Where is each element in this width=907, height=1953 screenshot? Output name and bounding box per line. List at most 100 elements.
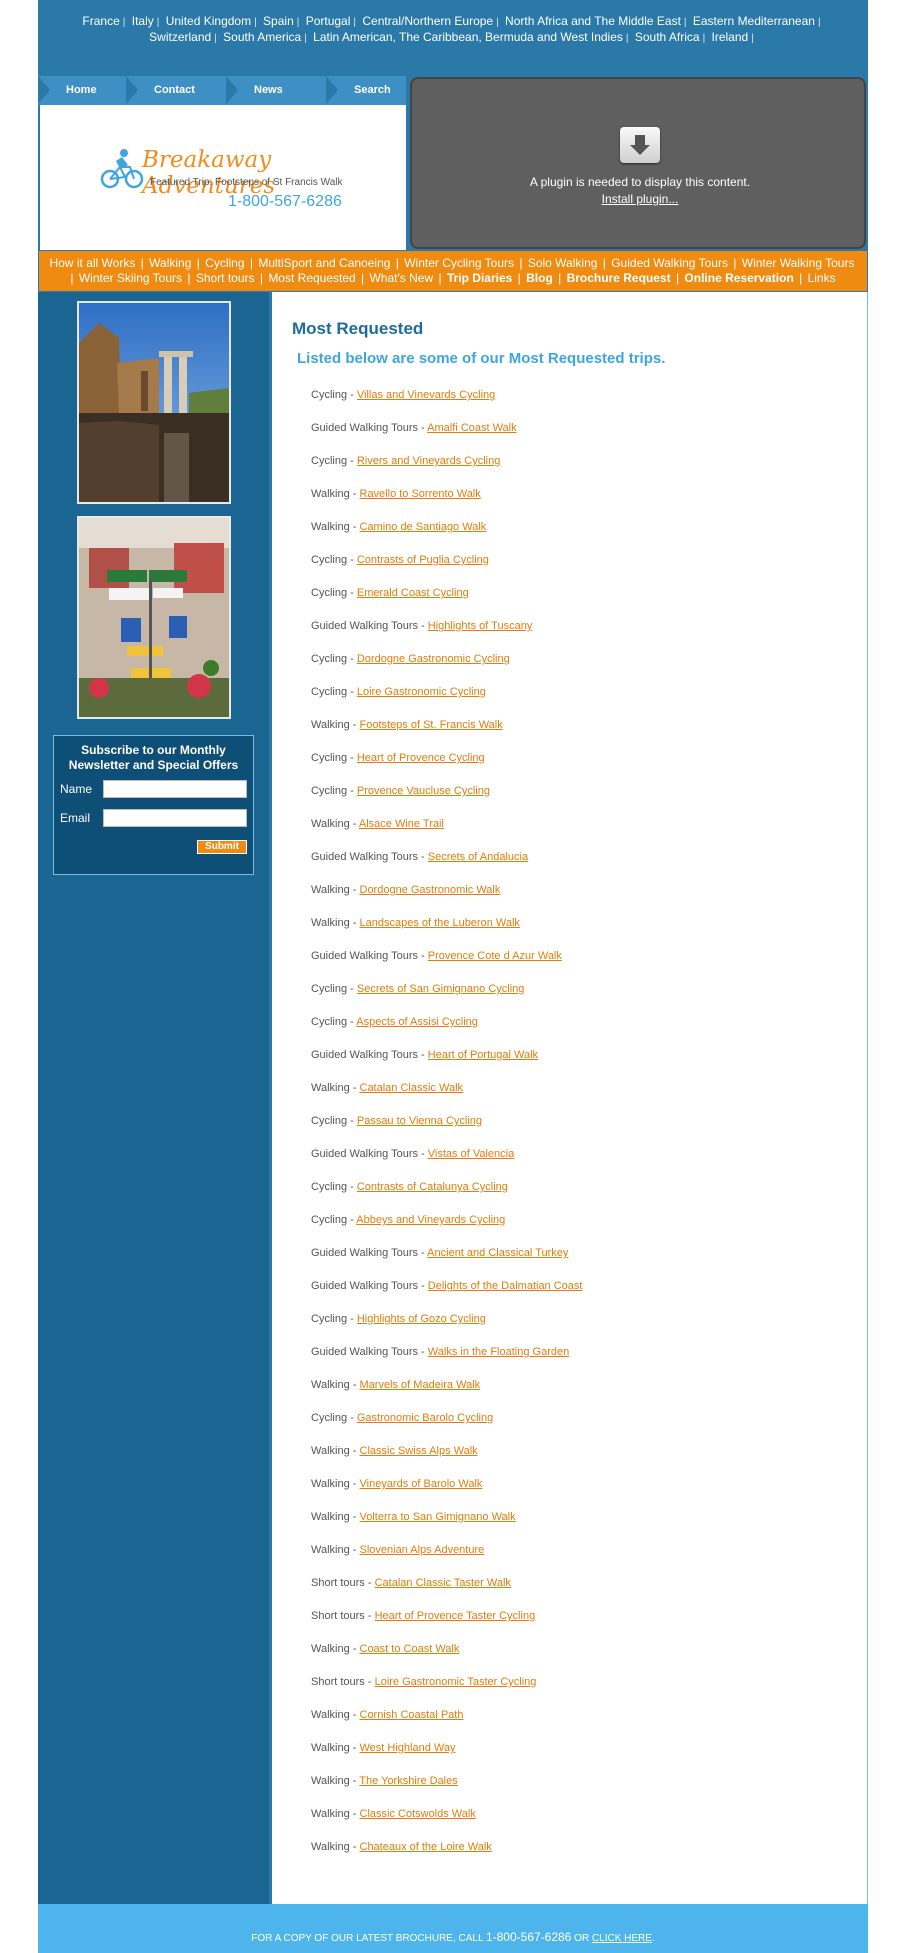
trip-link[interactable]: Contrasts of Catalunya Cycling [357, 1181, 508, 1193]
category-link[interactable]: Most Requested [268, 271, 355, 285]
install-plugin-link[interactable]: Install plugin... [412, 192, 868, 206]
trip-link[interactable]: Classic Swiss Alps Walk [360, 1445, 478, 1457]
trip-link[interactable]: Highlights of Gozo Cycling [357, 1313, 486, 1325]
category-link[interactable]: Links [808, 271, 836, 285]
trip-link[interactable]: Catalan Classic Taster Walk [375, 1577, 511, 1589]
category-link[interactable]: Winter Walking Tours [742, 256, 855, 270]
trip-link[interactable]: Dordogne Gastronomic Walk [360, 884, 501, 896]
trip-link[interactable]: Marvels of Madeira Walk [360, 1379, 481, 1391]
newsletter-submit-button[interactable]: Submit [197, 840, 247, 854]
category-nav: How it all Works | Walking | Cycling | M… [38, 250, 868, 292]
trip-link[interactable]: Cornish Coastal Path [360, 1709, 464, 1721]
trip-link[interactable]: Ravello to Sorrento Walk [360, 488, 481, 500]
category-link[interactable]: Brochure Request [567, 271, 671, 285]
trip-link[interactable]: Emerald Coast Cycling [357, 587, 469, 599]
trip-link[interactable]: Heart of Portugal Walk [428, 1049, 538, 1061]
footer-click-here-link[interactable]: CLICK HERE [592, 1933, 652, 1944]
trip-link[interactable]: Heart of Provence Taster Cycling [375, 1610, 536, 1622]
trip-link[interactable]: Classic Cotswolds Walk [360, 1808, 476, 1820]
country-separator: | [751, 33, 754, 44]
newsletter-name-input[interactable] [103, 780, 247, 798]
trip-list-item: Guided Walking Tours - Ancient and Class… [311, 1247, 582, 1280]
trip-link[interactable]: Heart of Provence Cycling [357, 752, 485, 764]
trip-category: Cycling [311, 686, 348, 698]
newsletter-email-input[interactable] [103, 809, 247, 827]
trip-link[interactable]: Camino de Santiago Walk [360, 521, 487, 533]
category-link[interactable]: Cycling [205, 256, 244, 270]
country-link[interactable]: United Kingdom [166, 14, 251, 28]
trip-link[interactable]: Loire Gastronomic Cycling [357, 686, 486, 698]
nav-home[interactable]: Home [38, 76, 126, 105]
logo-area[interactable]: Breakaway Adventures Featured Trip: Foot… [40, 105, 406, 250]
trip-link[interactable]: Secrets of Andalucia [428, 851, 528, 863]
trip-link[interactable]: Highlights of Tuscany [428, 620, 533, 632]
country-link[interactable]: South America [223, 30, 301, 44]
trip-link[interactable]: The Yorkshire Dales [359, 1775, 457, 1787]
trip-list-item: Cycling - Dordogne Gastronomic Cycling [311, 653, 582, 686]
trip-link[interactable]: Coast to Coast Walk [360, 1643, 460, 1655]
nav-search[interactable]: Search [326, 76, 406, 105]
country-link[interactable]: Switzerland [149, 30, 211, 44]
category-link[interactable]: Blog [526, 271, 553, 285]
trip-link[interactable]: Vineyards of Barolo Walk [360, 1478, 483, 1490]
trip-link[interactable]: Rivers and Vineyards Cycling [357, 455, 500, 467]
trip-category: Cycling [311, 1115, 348, 1127]
category-link[interactable]: MultiSport and Canoeing [258, 256, 390, 270]
category-link[interactable]: Trip Diaries [447, 271, 512, 285]
trip-link[interactable]: Provence Cote d Azur Walk [428, 950, 562, 962]
country-separator: | [296, 17, 300, 28]
country-link[interactable]: South Africa [635, 30, 700, 44]
nav-home-label: Home [66, 84, 97, 96]
category-link[interactable]: How it all Works [50, 256, 136, 270]
trip-link[interactable]: Passau to Vienna Cycling [357, 1115, 482, 1127]
trip-category: Walking [311, 719, 350, 731]
trip-link[interactable]: Footsteps of St. Francis Walk [360, 719, 503, 731]
trip-link[interactable]: Secrets of San Gimignano Cycling [357, 983, 525, 995]
trip-link[interactable]: Loire Gastronomic Taster Cycling [375, 1676, 537, 1688]
trip-dash: - [347, 455, 357, 467]
trip-category: Cycling [311, 1313, 348, 1325]
country-link[interactable]: Spain [263, 14, 294, 28]
trip-link[interactable]: West Highland Way [360, 1742, 456, 1754]
trip-link[interactable]: Abbeys and Vineyards Cycling [356, 1214, 505, 1226]
country-link[interactable]: France [82, 14, 119, 28]
trip-link[interactable]: Aspects of Assisi Cycling [356, 1016, 478, 1028]
trip-link[interactable]: Slovenian Alps Adventure [360, 1544, 485, 1556]
country-link[interactable]: Central/Northern Europe [362, 14, 493, 28]
trip-link[interactable]: Provence Vaucluse Cycling [357, 785, 490, 797]
category-link[interactable]: Guided Walking Tours [611, 256, 728, 270]
trip-link[interactable]: Alsace Wine Trail [359, 818, 444, 830]
category-link[interactable]: Online Reservation [684, 271, 793, 285]
trip-link[interactable]: Gastronomic Barolo Cycling [357, 1412, 493, 1424]
country-link[interactable]: Ireland [712, 30, 749, 44]
category-link[interactable]: Winter Cycling Tours [404, 256, 514, 270]
nav-contact-us[interactable]: Contact Us [126, 76, 226, 125]
trip-list-item: Guided Walking Tours - Delights of the D… [311, 1280, 582, 1313]
category-link[interactable]: What's New [370, 271, 434, 285]
trip-link[interactable]: Vistas of Valencia [428, 1148, 514, 1160]
trip-link[interactable]: Chateaux of the Loire Walk [360, 1841, 492, 1853]
trip-link[interactable]: Amalfi Coast Walk [427, 422, 516, 434]
country-link[interactable]: North Africa and The Middle East [505, 14, 681, 28]
trip-link[interactable]: Volterra to San Gimignano Walk [360, 1511, 516, 1523]
trip-link[interactable]: Delights of the Dalmatian Coast [428, 1280, 583, 1292]
trip-link[interactable]: Contrasts of Puglia Cycling [357, 554, 489, 566]
trip-list-item: Guided Walking Tours - Vistas of Valenci… [311, 1148, 582, 1181]
trip-link[interactable]: Landscapes of the Luberon Walk [360, 917, 520, 929]
trip-link[interactable]: Walks in the Floating Garden [428, 1346, 569, 1358]
country-link[interactable]: Eastern Mediterranean [693, 14, 815, 28]
trip-category: Walking [311, 1445, 350, 1457]
trip-link[interactable]: Dordogne Gastronomic Cycling [357, 653, 510, 665]
trip-link[interactable]: Ancient and Classical Turkey [427, 1247, 568, 1259]
country-link[interactable]: Latin American, The Caribbean, Bermuda a… [313, 30, 623, 44]
country-link[interactable]: Italy [132, 14, 154, 28]
category-link[interactable]: Walking [149, 256, 191, 270]
plugin-message: A plugin is needed to display this conte… [529, 175, 751, 189]
category-link[interactable]: Winter Skiing Tours [79, 271, 182, 285]
trip-link[interactable]: Villas and Vinevards Cycling [357, 389, 495, 401]
trip-link[interactable]: Catalan Classic Walk [360, 1082, 464, 1094]
category-link[interactable]: Short tours [196, 271, 255, 285]
category-link[interactable]: Solo Walking [528, 256, 598, 270]
nav-news-room[interactable]: News Room [226, 76, 326, 125]
country-link[interactable]: Portugal [306, 14, 351, 28]
